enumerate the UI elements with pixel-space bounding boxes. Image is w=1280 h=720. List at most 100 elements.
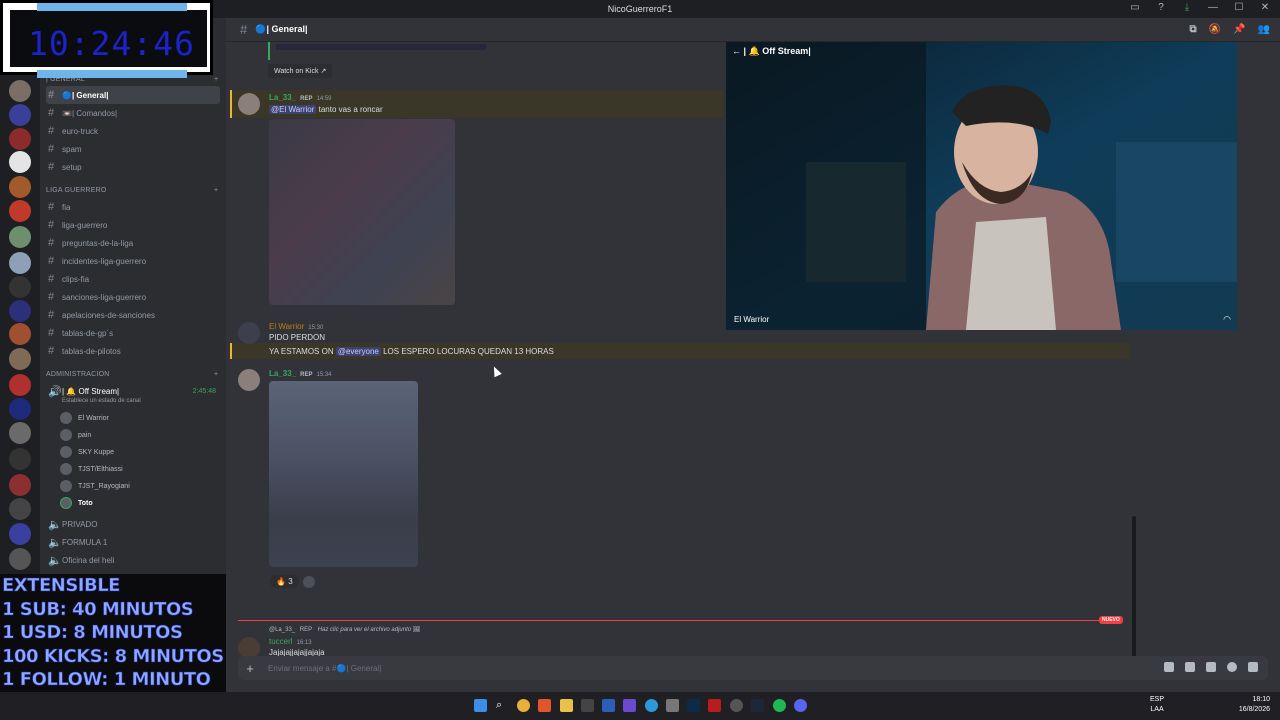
gift-icon[interactable] bbox=[1164, 662, 1174, 672]
channel-apelaciones[interactable]: # apelaciones-de-sanciones bbox=[46, 306, 220, 324]
voice-user[interactable]: El Warrior bbox=[60, 412, 109, 424]
obs-icon[interactable] bbox=[730, 699, 743, 712]
app-icon[interactable] bbox=[623, 699, 636, 712]
server-icon[interactable] bbox=[9, 176, 31, 198]
voice-channel-privado[interactable]: 🔈 PRIVADO bbox=[46, 515, 220, 533]
add-channel-icon[interactable]: + bbox=[214, 187, 218, 194]
server-icon[interactable] bbox=[9, 128, 31, 150]
sticker-icon[interactable] bbox=[1206, 662, 1216, 672]
image-attachment[interactable] bbox=[269, 119, 455, 305]
channel-general[interactable]: # 🔵| General| bbox=[46, 86, 220, 104]
voice-channel-oficina[interactable]: 🔈 Oficina del heli bbox=[46, 551, 220, 569]
photoshop-icon[interactable] bbox=[687, 699, 700, 712]
server-icon[interactable] bbox=[9, 422, 31, 444]
chrome-icon[interactable] bbox=[517, 699, 530, 712]
category-admin[interactable]: ADMINISTRACION + bbox=[46, 371, 218, 378]
voice-user[interactable]: Toto bbox=[60, 497, 93, 509]
attach-plus-icon[interactable]: + bbox=[238, 661, 262, 676]
avatar[interactable] bbox=[238, 93, 260, 115]
spotify-icon[interactable] bbox=[773, 699, 786, 712]
folder-icon[interactable] bbox=[560, 699, 573, 712]
channel-tablas-pilotos[interactable]: # tablas-de-pilotos bbox=[46, 342, 220, 360]
close-button[interactable]: ✕ bbox=[1258, 2, 1272, 13]
voice-user[interactable]: pain bbox=[60, 429, 91, 441]
brave-icon[interactable] bbox=[538, 699, 551, 712]
server-icon[interactable] bbox=[9, 498, 31, 520]
channel-fia[interactable]: # fia bbox=[46, 198, 220, 216]
language-indicator[interactable]: ESP LAA bbox=[1150, 695, 1164, 715]
help-icon[interactable]: ? bbox=[1154, 2, 1168, 13]
avatar[interactable] bbox=[238, 322, 260, 344]
stream-video[interactable]: ← | 🔔 Off Stream| El Warrior ◠ bbox=[726, 42, 1237, 330]
server-icon[interactable] bbox=[9, 252, 31, 274]
image-attachment[interactable] bbox=[269, 381, 418, 567]
channel-sanciones[interactable]: # sanciones-liga-guerrero bbox=[46, 288, 220, 306]
watch-on-kick-button[interactable]: Watch on Kick ↗ bbox=[268, 64, 333, 78]
edge-icon[interactable] bbox=[645, 699, 658, 712]
server-icon[interactable] bbox=[9, 523, 31, 545]
word-icon[interactable] bbox=[602, 699, 615, 712]
reaction-fire[interactable]: 🔥 3 bbox=[270, 575, 299, 588]
author-name[interactable]: tuccerl bbox=[269, 637, 293, 646]
voice-user[interactable]: TJST/Elthiassi bbox=[60, 463, 123, 475]
server-icon[interactable] bbox=[9, 374, 31, 396]
calculator-icon[interactable] bbox=[666, 699, 679, 712]
channel-euro-truck[interactable]: # euro-truck bbox=[46, 122, 220, 140]
server-icon[interactable] bbox=[9, 348, 31, 370]
voice-user[interactable]: SKY Kuppe bbox=[60, 446, 114, 458]
pin-icon[interactable]: 📌 bbox=[1233, 24, 1245, 35]
server-icon[interactable] bbox=[9, 200, 31, 222]
add-channel-icon[interactable]: + bbox=[214, 76, 218, 83]
server-icon[interactable] bbox=[9, 151, 31, 173]
server-icon[interactable] bbox=[9, 104, 31, 126]
inbox-icon[interactable]: ▭ bbox=[1128, 2, 1142, 13]
download-icon[interactable]: ⤓ bbox=[1180, 2, 1194, 13]
mention[interactable]: @everyone bbox=[335, 347, 381, 356]
members-icon[interactable]: 👥 bbox=[1258, 24, 1270, 35]
voice-channel-formula1[interactable]: 🔈 FORMULA 1 bbox=[46, 533, 220, 551]
avatar[interactable] bbox=[238, 369, 260, 391]
threads-icon[interactable]: ⧉ bbox=[1190, 24, 1197, 35]
server-icon[interactable] bbox=[9, 548, 31, 570]
clock[interactable]: 18:10 16/8/2026 bbox=[1239, 695, 1270, 715]
app-icon[interactable] bbox=[708, 699, 721, 712]
channel-clips[interactable]: # clips-fia bbox=[46, 270, 220, 288]
channel-setup[interactable]: # setup bbox=[46, 158, 220, 176]
channel-spam[interactable]: # spam bbox=[46, 140, 220, 158]
server-icon[interactable] bbox=[9, 226, 31, 248]
add-reaction-icon[interactable] bbox=[302, 575, 315, 588]
channel-tablas-gp[interactable]: # tablas-de-gp´s bbox=[46, 324, 220, 342]
server-icon[interactable] bbox=[9, 300, 31, 322]
terminal-icon[interactable] bbox=[581, 699, 594, 712]
server-icon[interactable] bbox=[9, 323, 31, 345]
mention[interactable]: @El Warrior bbox=[269, 105, 317, 114]
channel-comandos[interactable]: # 📼| Comandos| bbox=[46, 104, 220, 122]
server-icon[interactable] bbox=[9, 448, 31, 470]
category-liga[interactable]: LIGA GUERRERO + bbox=[46, 187, 218, 194]
steam-icon[interactable] bbox=[751, 699, 764, 712]
emoji-icon[interactable] bbox=[1227, 662, 1237, 672]
minimize-button[interactable]: — bbox=[1206, 2, 1220, 13]
channel-status[interactable]: Establece un estado de canal bbox=[62, 398, 141, 404]
discord-icon[interactable] bbox=[794, 699, 807, 712]
search-icon[interactable]: ⌕ bbox=[496, 699, 509, 712]
back-arrow-icon[interactable]: ← bbox=[732, 46, 741, 56]
author-name[interactable]: La_33_ bbox=[269, 93, 296, 102]
server-icon[interactable] bbox=[9, 80, 31, 102]
gif-icon[interactable] bbox=[1185, 662, 1195, 672]
server-icon[interactable] bbox=[9, 276, 31, 298]
add-channel-icon[interactable]: + bbox=[214, 371, 218, 378]
mute-icon[interactable]: 🔕 bbox=[1209, 24, 1221, 35]
apps-icon[interactable] bbox=[1248, 662, 1258, 672]
author-name[interactable]: La_33_ bbox=[269, 369, 296, 378]
server-icon[interactable] bbox=[9, 474, 31, 496]
channel-liga-guerrero[interactable]: # liga-guerrero bbox=[46, 216, 220, 234]
scrollbar[interactable] bbox=[1132, 516, 1136, 662]
maximize-button[interactable]: ☐ bbox=[1232, 2, 1246, 13]
voice-user[interactable]: TJST_Rayogiani bbox=[60, 480, 130, 492]
channel-preguntas[interactable]: # preguntas-de-la-liga bbox=[46, 234, 220, 252]
server-icon[interactable] bbox=[9, 398, 31, 420]
author-name[interactable]: El Warrior bbox=[269, 322, 304, 331]
message-composer[interactable]: + Enviar mensaje a #🔵| General| bbox=[238, 656, 1268, 680]
reply-reference[interactable]: @La_33_ REP Haz clic para ver el archivo… bbox=[269, 626, 420, 633]
